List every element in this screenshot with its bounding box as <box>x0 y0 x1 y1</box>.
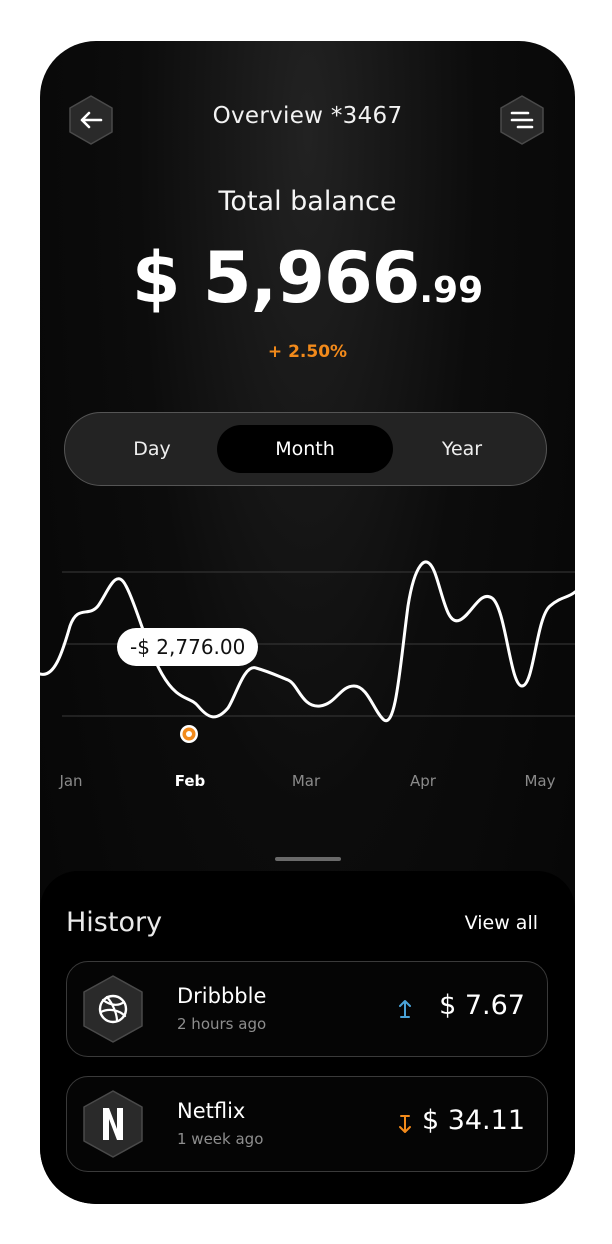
arrow-left-icon <box>69 95 113 145</box>
netflix-icon <box>83 1090 143 1158</box>
selected-point-marker-center <box>186 731 192 737</box>
x-label-apr[interactable]: Apr <box>393 772 453 790</box>
x-label-jan[interactable]: Jan <box>41 772 101 790</box>
transaction-name: Netflix <box>177 1099 246 1123</box>
balance-amount: $ 5,966.99 <box>40 237 575 319</box>
tab-month[interactable]: Month <box>217 425 393 473</box>
transaction-amount: $ 7.67 <box>439 990 525 1021</box>
balance-label: Total balance <box>218 186 397 217</box>
transaction-time: 1 week ago <box>177 1130 264 1148</box>
balance-change: + 2.50% <box>267 342 348 362</box>
filter-lines-icon <box>500 95 544 145</box>
arrow-up-icon <box>399 1000 411 1018</box>
tab-day[interactable]: Day <box>77 425 227 473</box>
arrow-down-icon <box>399 1115 411 1133</box>
transaction-time: 2 hours ago <box>177 1015 267 1033</box>
transaction-item-dribbble[interactable]: Dribbble 2 hours ago $ 7.67 <box>66 961 548 1057</box>
page-title: Overview *3467 <box>212 103 403 129</box>
balance-amount-cents: .99 <box>419 270 484 311</box>
transaction-item-netflix[interactable]: Netflix 1 week ago $ 34.11 <box>66 1076 548 1172</box>
chart-tooltip: -$ 2,776.00 <box>117 628 259 666</box>
x-label-may[interactable]: May <box>510 772 570 790</box>
sheet-drag-handle[interactable] <box>275 857 341 861</box>
period-selector: Day Month Year <box>64 412 547 486</box>
x-label-mar[interactable]: Mar <box>276 772 336 790</box>
transaction-name: Dribbble <box>177 984 267 1008</box>
phone-screen: Overview *3467 Total balance $ 5,966.99 … <box>40 41 575 1204</box>
x-label-feb[interactable]: Feb <box>160 772 220 790</box>
view-all-link[interactable]: View all <box>465 912 538 934</box>
transaction-amount: $ 34.11 <box>421 1105 525 1136</box>
balance-amount-main: $ 5,966 <box>131 237 420 319</box>
back-button[interactable] <box>67 94 115 146</box>
history-title: History <box>66 907 163 938</box>
tab-year[interactable]: Year <box>387 425 537 473</box>
menu-button[interactable] <box>498 94 546 146</box>
dribbble-icon <box>83 975 143 1043</box>
